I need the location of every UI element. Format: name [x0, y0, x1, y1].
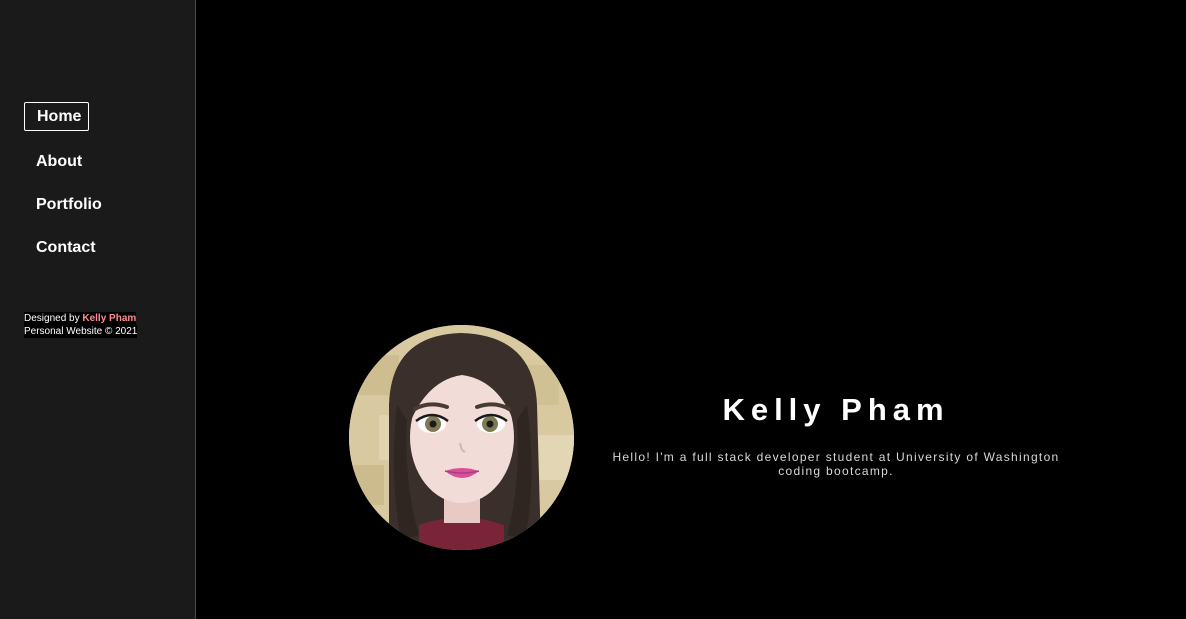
sidebar-nav: Home About Portfolio Contact: [24, 102, 111, 262]
avatar: [349, 325, 574, 550]
page: Home About Portfolio Contact Designed by…: [0, 0, 1186, 619]
credits-prefix: Designed by: [24, 313, 80, 324]
nav-item-contact: Contact: [24, 233, 111, 262]
credits-line-1: Designed by Kelly Pham: [24, 312, 137, 325]
hero-name: Kelly Pham: [722, 392, 950, 427]
nav-item-portfolio: Portfolio: [24, 190, 111, 219]
credits-line-2: Personal Website © 2021: [24, 325, 138, 338]
avatar-illustration: [349, 325, 574, 550]
sidebar: Home About Portfolio Contact Designed by…: [0, 0, 196, 619]
credits-author: Kelly Pham: [82, 313, 137, 324]
nav-item-home: Home: [24, 102, 111, 131]
nav-link-about[interactable]: About: [24, 147, 91, 176]
nav-link-home[interactable]: Home: [24, 102, 90, 131]
hero-intro: Hello! I'm a full stack developer studen…: [612, 450, 1060, 478]
footer-credits: Designed by Kelly Pham Personal Website …: [24, 312, 138, 338]
nav-link-portfolio[interactable]: Portfolio: [24, 190, 111, 219]
nav-link-contact[interactable]: Contact: [24, 233, 105, 262]
nav-item-about: About: [24, 147, 111, 176]
